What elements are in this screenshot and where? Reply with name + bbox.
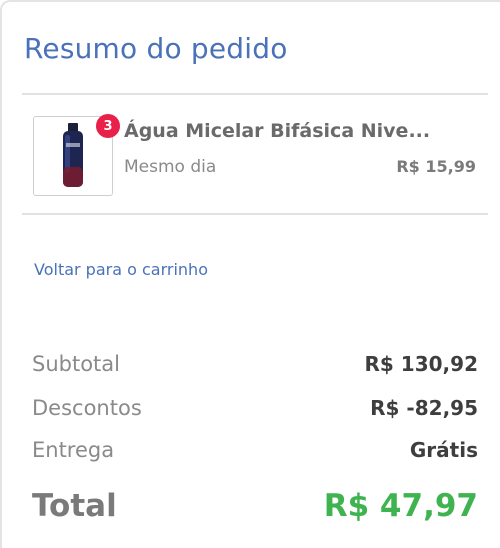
summary-title: Resumo do pedido (24, 32, 288, 65)
subtotal-row: Subtotal R$ 130,92 (32, 349, 478, 379)
discounts-label: Descontos (32, 396, 142, 420)
product-bottle-icon (63, 123, 83, 187)
item-price: R$ 15,99 (396, 157, 476, 176)
subtotal-value: R$ 130,92 (364, 352, 478, 376)
total-row: Total R$ 47,97 (32, 484, 478, 528)
discounts-row: Descontos R$ -82,95 (32, 393, 478, 423)
subtotal-label: Subtotal (32, 352, 120, 376)
order-summary-card: Resumo do pedido 3 Água Micelar Bifásica… (0, 0, 500, 548)
divider (22, 213, 488, 215)
quantity-badge: 3 (96, 114, 120, 138)
delivery-value: Grátis (409, 438, 478, 462)
delivery-label: Entrega (32, 438, 115, 462)
divider (22, 93, 488, 95)
total-value: R$ 47,97 (323, 488, 478, 524)
back-to-cart-link[interactable]: Voltar para o carrinho (34, 260, 208, 279)
product-name[interactable]: Água Micelar Bifásica Nive... (124, 120, 430, 142)
total-label: Total (32, 488, 117, 524)
discounts-value: R$ -82,95 (370, 396, 478, 420)
delivery-row: Entrega Grátis (32, 435, 478, 465)
delivery-option: Mesmo dia (124, 157, 217, 177)
